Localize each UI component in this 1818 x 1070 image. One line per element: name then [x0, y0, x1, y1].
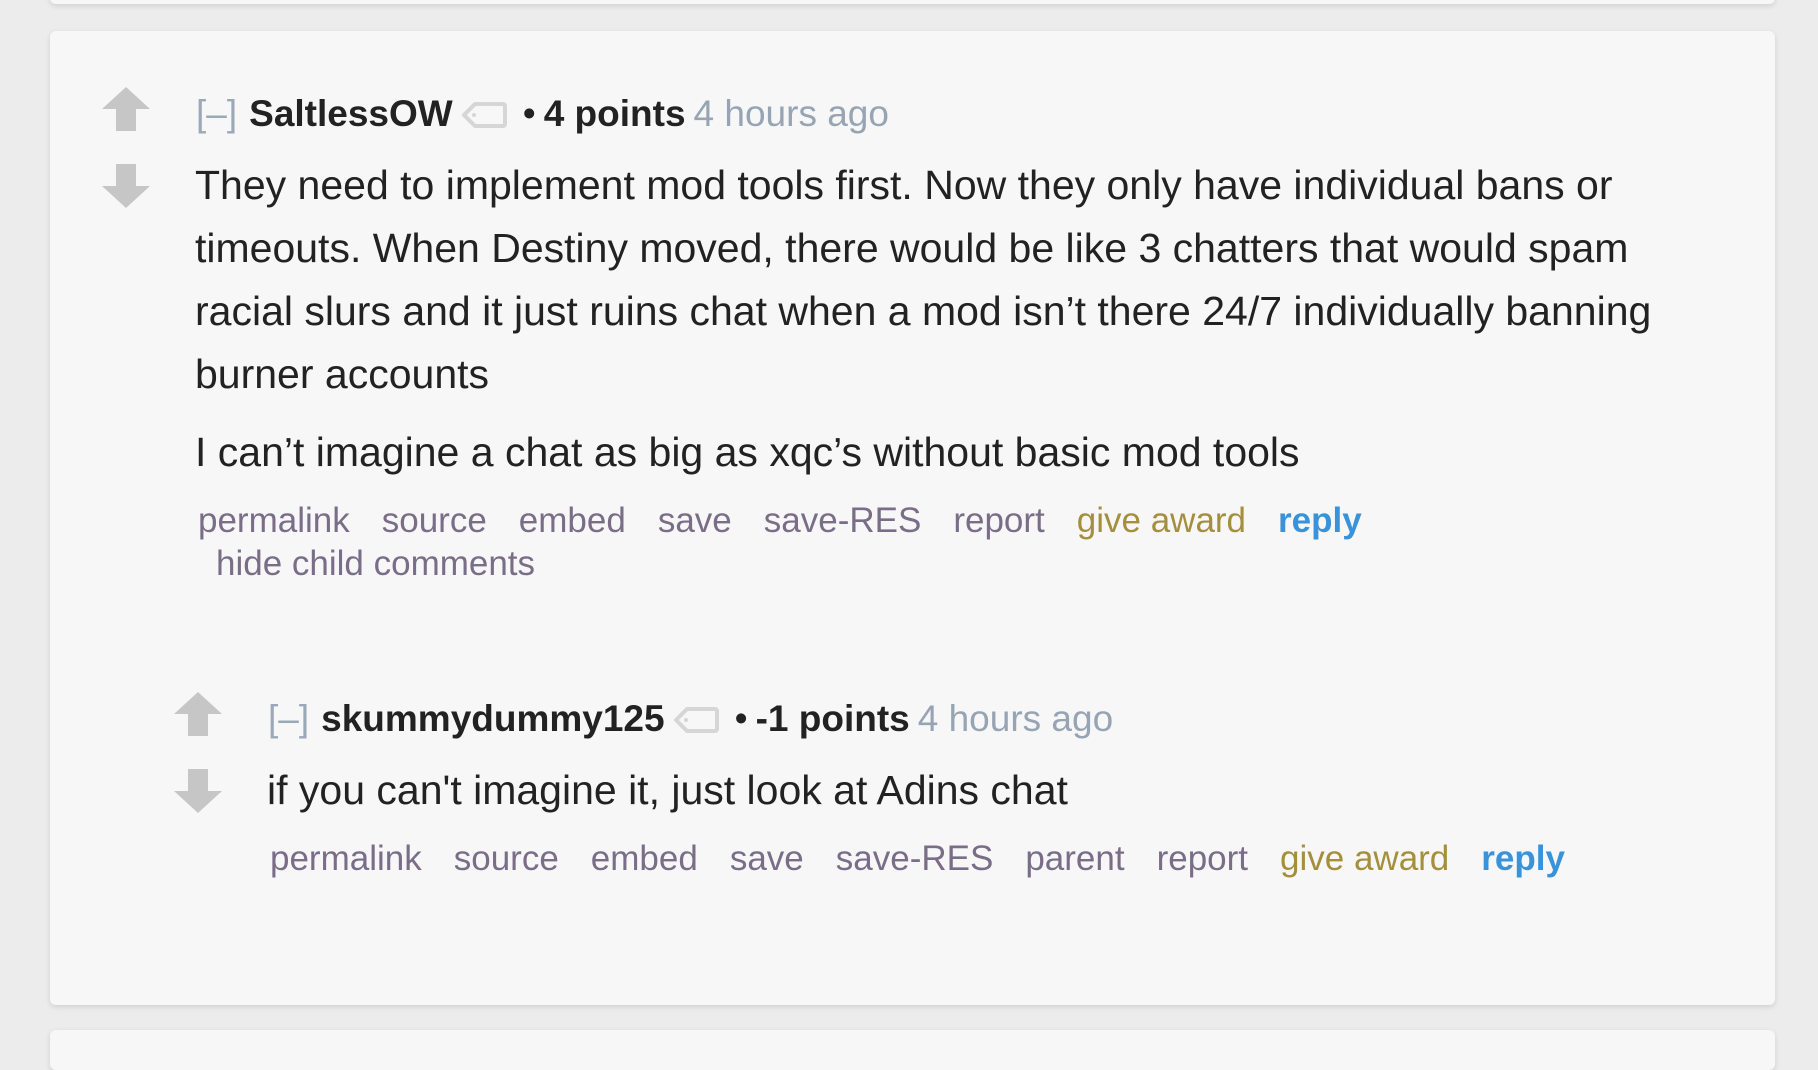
upvote-arrow-icon — [174, 692, 222, 736]
previous-comment-card — [50, 0, 1775, 4]
give-award-link[interactable]: give award — [1280, 839, 1449, 878]
save-link[interactable]: save — [658, 501, 732, 540]
timestamp[interactable]: 4 hours ago — [918, 698, 1113, 739]
reply-link[interactable]: reply — [1278, 501, 1362, 540]
downvote-button[interactable] — [174, 769, 222, 813]
save-res-link[interactable]: save-RES — [836, 839, 994, 878]
separator-bullet: • — [522, 93, 536, 134]
user-tag-icon[interactable] — [461, 95, 507, 129]
hide-child-comments-link[interactable]: hide child comments — [216, 543, 535, 585]
author-link[interactable]: skummydummy125 — [321, 698, 664, 739]
comment-actions: permalink source embed save save-RES parent re… — [270, 838, 1597, 880]
next-comment-card — [50, 1030, 1775, 1070]
parent-link[interactable]: parent — [1025, 839, 1124, 878]
save-link[interactable]: save — [730, 839, 804, 878]
source-link[interactable]: source — [382, 501, 487, 540]
comment-tagline: [–] SaltlessOW • 4 points 4 hours ago — [196, 92, 889, 136]
comment-body: if you can't imagine it, just look at Ad… — [267, 759, 1727, 822]
upvote-button[interactable] — [174, 692, 222, 736]
report-link[interactable]: report — [953, 501, 1044, 540]
comment-paragraph: They need to implement mod tools first. … — [195, 162, 1652, 397]
collapse-toggle[interactable]: [–] — [196, 93, 237, 134]
permalink-link[interactable]: permalink — [198, 501, 350, 540]
comment-card: [–] SaltlessOW • 4 points 4 hours ago They n… — [50, 31, 1775, 1005]
collapse-toggle[interactable]: [–] — [268, 698, 309, 739]
reply-link[interactable]: reply — [1481, 839, 1565, 878]
timestamp[interactable]: 4 hours ago — [694, 93, 889, 134]
author-link[interactable]: SaltlessOW — [249, 93, 453, 134]
comment-body: They need to implement mod tools first. … — [195, 154, 1735, 484]
comment-paragraph: if you can't imagine it, just look at Ad… — [267, 767, 1068, 813]
comment-paragraph: I can’t imagine a chat as big as xqc’s w… — [195, 429, 1300, 475]
embed-link[interactable]: embed — [519, 501, 626, 540]
permalink-link[interactable]: permalink — [270, 839, 422, 878]
give-award-link[interactable]: give award — [1077, 501, 1246, 540]
comment-actions: permalink source embed save save-RES report gi… — [198, 500, 1394, 542]
downvote-button[interactable] — [102, 164, 150, 208]
report-link[interactable]: report — [1157, 839, 1248, 878]
save-res-link[interactable]: save-RES — [764, 501, 922, 540]
comment-tagline: [–] skummydummy125 • -1 points 4 hours ago — [268, 697, 1113, 741]
downvote-arrow-icon — [174, 769, 222, 813]
source-link[interactable]: source — [454, 839, 559, 878]
score: 4 points — [543, 93, 686, 134]
separator-bullet: • — [734, 698, 748, 739]
upvote-arrow-icon — [102, 87, 150, 131]
downvote-arrow-icon — [102, 164, 150, 208]
user-tag-icon[interactable] — [673, 700, 719, 734]
embed-link[interactable]: embed — [591, 839, 698, 878]
score: -1 points — [755, 698, 910, 739]
upvote-button[interactable] — [102, 87, 150, 131]
